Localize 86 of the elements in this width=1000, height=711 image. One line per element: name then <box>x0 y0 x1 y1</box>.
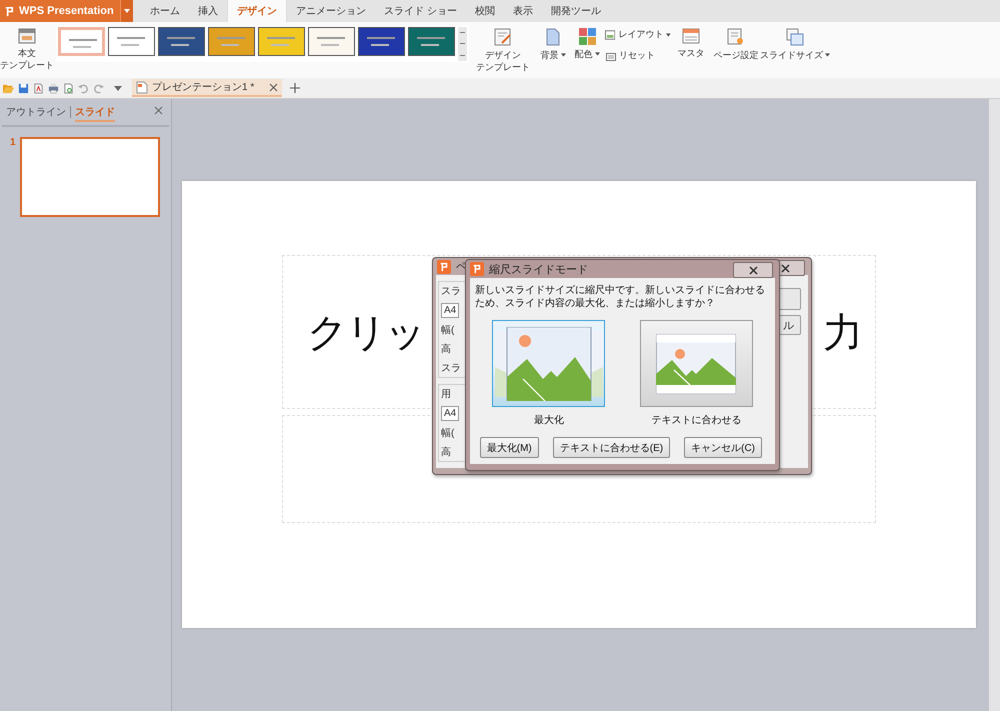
template-icon <box>18 28 36 44</box>
design-template-button[interactable]: デザイン テンプレート <box>471 26 535 73</box>
title-text: クリッ <box>307 310 424 356</box>
ribbon-tab[interactable]: 校閲 <box>466 0 504 22</box>
ribbon-tab[interactable]: 挿入 <box>189 0 227 22</box>
dialog-button[interactable]: テキストに合わせる(E) <box>552 437 670 458</box>
body-template-button[interactable]: 本文 テンプレート <box>0 26 54 71</box>
undo-icon[interactable] <box>78 82 89 94</box>
page-gear-icon <box>727 28 745 46</box>
field-label: 幅( <box>441 324 454 337</box>
theme-thumbnail[interactable] <box>108 27 155 56</box>
document-tab[interactable]: プレゼンテーション1 * <box>132 79 282 97</box>
reset-button[interactable]: リセット <box>605 49 671 62</box>
option-label: 最大化 <box>534 414 564 427</box>
size-dropdown[interactable]: A4 <box>441 406 460 421</box>
option-label: テキストに合わせる <box>651 414 742 427</box>
gallery-scrollbar[interactable] <box>458 27 467 61</box>
field-label: 高 <box>441 342 451 356</box>
panel-tab[interactable]: アウトライン <box>6 105 66 119</box>
app-logo-icon <box>4 6 15 16</box>
dialog-message: 新しいスライドサイズに縮尺中です。新しいスライドに合わせるため、スライド内容の最大化、または縮小しますか？ <box>475 284 766 310</box>
page-icon <box>546 28 560 46</box>
close-icon[interactable] <box>269 82 278 92</box>
ribbon-tab[interactable]: アニメーション <box>287 0 375 22</box>
reset-icon <box>605 50 616 60</box>
slide-size-button[interactable]: スライドサイズ <box>763 26 827 61</box>
caret-icon <box>666 32 671 36</box>
redo-icon[interactable] <box>93 82 104 94</box>
theme-thumbnail[interactable] <box>258 27 305 56</box>
group-label: スラ <box>441 285 461 298</box>
pdf-export-icon[interactable] <box>33 82 44 94</box>
close-button[interactable] <box>733 262 773 278</box>
background-button[interactable]: 背景 <box>537 26 569 61</box>
save-icon[interactable] <box>18 82 29 94</box>
page-setup-button[interactable]: ページ設定 <box>711 26 761 61</box>
new-tab-icon[interactable] <box>290 83 300 93</box>
option-card[interactable] <box>640 320 753 407</box>
title-text: 力 <box>823 310 861 356</box>
layout-button[interactable]: レイアウト <box>605 28 671 41</box>
ribbon-tab[interactable]: ホーム <box>141 0 189 22</box>
app-icon <box>470 262 484 276</box>
theme-thumbnail[interactable] <box>158 27 205 56</box>
field-label: スラ <box>441 362 461 375</box>
theme-thumbnail[interactable] <box>408 27 455 56</box>
close-icon <box>780 264 790 272</box>
slide-thumbnail[interactable] <box>20 137 160 217</box>
caret-icon <box>825 53 830 57</box>
theme-thumbnail[interactable] <box>208 27 255 56</box>
ribbon-tab[interactable]: 開発ツール <box>542 0 610 22</box>
close-icon <box>748 266 758 274</box>
app-dropdown-button[interactable] <box>120 0 133 22</box>
edit-document-icon <box>494 28 512 46</box>
master-button[interactable]: マスタ <box>673 26 709 59</box>
caret-icon <box>124 9 130 13</box>
theme-thumbnail[interactable] <box>308 27 355 56</box>
group-label: 用 <box>441 388 451 401</box>
app-name: WPS Presentation <box>19 5 114 17</box>
presentation-file-icon <box>136 80 148 94</box>
size-dropdown[interactable]: A4 <box>441 303 460 318</box>
print-preview-icon[interactable] <box>63 82 74 94</box>
app-icon <box>437 260 451 274</box>
master-slide-icon <box>682 28 700 44</box>
color-scheme-button[interactable]: 配色 <box>571 26 603 60</box>
option-card[interactable] <box>492 320 606 407</box>
ribbon-tab[interactable]: スライド ショー <box>375 0 466 22</box>
field-label: 高 <box>441 446 451 459</box>
close-icon[interactable] <box>154 106 163 115</box>
theme-thumbnail[interactable] <box>358 27 405 56</box>
maximize-image-icon <box>494 326 603 400</box>
print-icon[interactable] <box>48 82 59 94</box>
dialog-button[interactable]: キャンセル(C) <box>684 437 762 458</box>
field-label: 幅( <box>441 427 454 440</box>
caret-icon <box>560 53 566 57</box>
fit-image-icon <box>656 334 736 394</box>
ribbon-tab[interactable]: デザイン <box>227 0 287 22</box>
layout-icon <box>605 30 616 40</box>
dialog-button[interactable]: 最大化(M) <box>480 437 539 458</box>
theme-thumbnail[interactable] <box>58 27 105 56</box>
color-grid-icon <box>578 28 596 45</box>
caret-icon[interactable] <box>114 86 122 90</box>
vertical-scrollbar[interactable] <box>989 99 1000 711</box>
dialog-title: 縮尺スライドモード <box>489 262 588 276</box>
slide-number: 1 <box>10 137 16 150</box>
slide-size-icon <box>786 28 804 46</box>
ribbon-tab[interactable]: 表示 <box>504 0 542 22</box>
caret-icon <box>594 52 600 56</box>
